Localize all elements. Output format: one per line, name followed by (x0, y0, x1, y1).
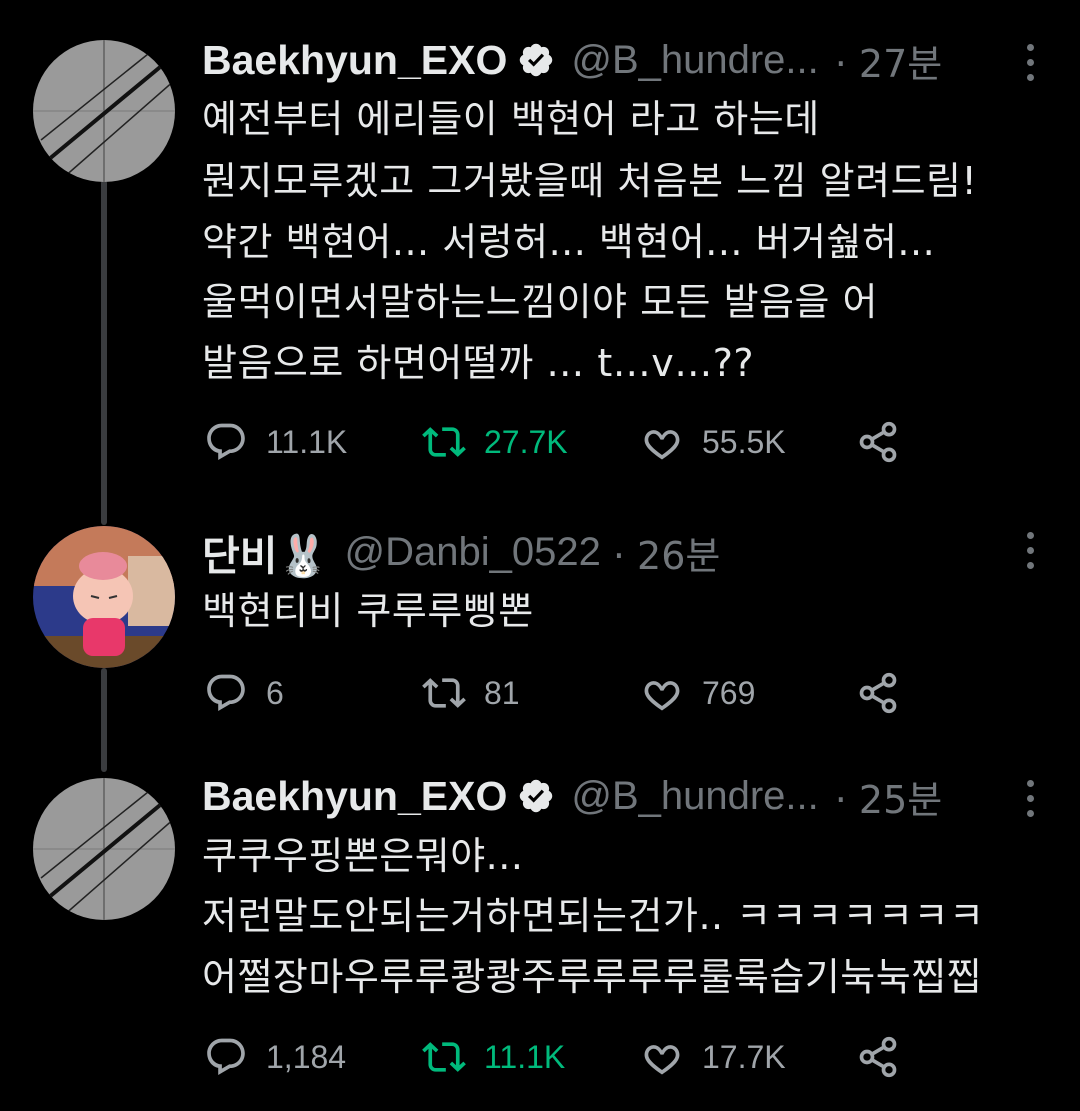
like-icon (644, 430, 680, 460)
tweet-header: Baekhyun_EXO @B_hundre... · 27분 (202, 30, 942, 90)
tweet-text-line: 쿠쿠우핑뽄은뭐야... (202, 834, 524, 878)
verified-badge-icon (517, 41, 555, 79)
reply-count: 1,184 (266, 1038, 347, 1075)
more-icon[interactable] (1024, 780, 1036, 817)
retweet-button[interactable]: 11.1K (422, 1032, 565, 1082)
avatar[interactable] (33, 40, 175, 182)
display-name[interactable]: 단비🐰 (202, 522, 329, 582)
share-icon (859, 672, 897, 714)
share-button[interactable] (856, 1032, 900, 1082)
like-icon (644, 681, 680, 711)
verified-badge-icon (517, 777, 555, 815)
reply-button[interactable]: 6 (204, 668, 284, 718)
display-name[interactable]: Baekhyun_EXO (202, 37, 507, 84)
tweet-text-line: 어쩔장마우루루쾅쾅주루루루루룰룩습기눅눅찝찝 (202, 955, 983, 999)
retweet-icon (422, 1042, 466, 1072)
avatar[interactable] (33, 778, 175, 920)
reply-count: 6 (266, 674, 284, 711)
more-icon[interactable] (1024, 532, 1036, 569)
avatar[interactable] (33, 526, 175, 668)
like-button[interactable]: 17.7K (640, 1032, 786, 1082)
tweet-header: Baekhyun_EXO @B_hundre... · 25분 (202, 766, 942, 826)
reply-count: 11.1K (266, 423, 348, 460)
share-button[interactable] (856, 417, 900, 467)
timestamp[interactable]: · 26분 (613, 525, 720, 580)
display-name[interactable]: Baekhyun_EXO (202, 773, 507, 820)
tweet-header: 단비🐰 @Danbi_0522 · 26분 (202, 522, 720, 582)
tweet-text-line: 약간 백현어... 서렁허... 백현어... 버거쉂허... (202, 220, 936, 264)
handle[interactable]: @Danbi_0522 (345, 530, 601, 575)
like-button[interactable]: 769 (640, 668, 755, 718)
like-count: 55.5K (702, 423, 786, 460)
tweet-text-line: 발음으로 하면어떨까 … t…v…?? (202, 341, 755, 385)
handle[interactable]: @B_hundre... (571, 38, 818, 83)
like-count: 769 (702, 674, 756, 711)
avatar-image (33, 526, 175, 668)
reply-button[interactable]: 1,184 (204, 1032, 346, 1082)
share-icon (859, 1036, 897, 1078)
retweet-icon (422, 427, 466, 457)
like-count: 17.7K (702, 1038, 786, 1075)
reply-button[interactable]: 11.1K (204, 417, 347, 467)
timestamp[interactable]: · 25분 (835, 769, 942, 824)
share-button[interactable] (856, 668, 900, 718)
tweet-text-line: 백현티비 쿠루루삥뽄 (202, 589, 534, 633)
thread-line (101, 668, 107, 772)
retweet-icon (422, 678, 466, 708)
more-icon[interactable] (1024, 44, 1036, 81)
thread-line (101, 180, 107, 525)
retweet-count: 81 (484, 674, 520, 711)
reply-icon (207, 423, 245, 460)
avatar-image (33, 40, 175, 182)
tweet-text-line: 예전부터 에리들이 백현어 라고 하는데 (202, 97, 820, 141)
reply-icon (207, 1038, 245, 1075)
timestamp[interactable]: · 27분 (835, 33, 942, 88)
reply-icon (207, 674, 245, 711)
avatar-image (33, 778, 175, 920)
like-button[interactable]: 55.5K (640, 417, 786, 467)
tweet-text-line: 저런말도안되는거하면되는건가.. ㅋㅋㅋㅋㅋㅋㅋ (202, 894, 985, 938)
retweet-count: 11.1K (484, 1038, 566, 1075)
retweet-button[interactable]: 27.7K (422, 417, 568, 467)
tweet-text-line: 뭔지모루겠고 그거봤을때 처음본 느낌 알려드림! (202, 159, 978, 203)
tweet-text-line: 울먹이면서말하는느낌이야 모든 발음을 어 (202, 280, 879, 324)
like-icon (644, 1045, 680, 1075)
retweet-count: 27.7K (484, 423, 568, 460)
handle[interactable]: @B_hundre... (571, 774, 818, 819)
retweet-button[interactable]: 81 (422, 668, 520, 718)
share-icon (859, 421, 897, 463)
